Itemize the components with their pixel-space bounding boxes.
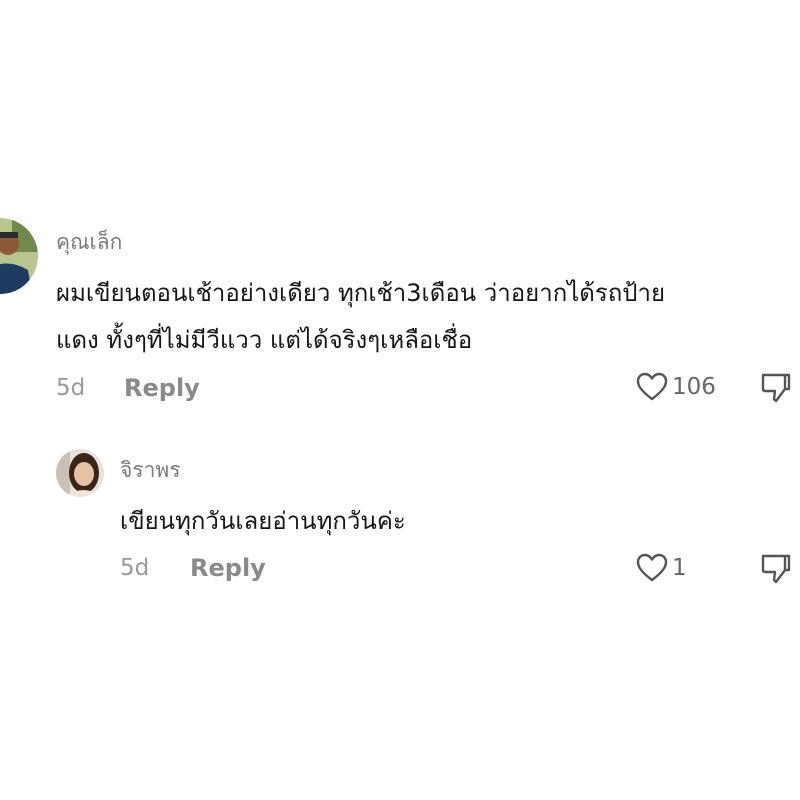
reply-avatar[interactable] (56, 449, 104, 497)
reply-like-button[interactable]: 1 (636, 553, 687, 583)
user-avatar-photo-icon (0, 218, 38, 294)
heart-outline-icon (636, 372, 668, 401)
reply-timestamp: 5d (120, 555, 150, 581)
reply-like-count: 1 (672, 555, 687, 581)
reply-username[interactable]: จิราพร (120, 454, 181, 487)
user-avatar-photo-icon (56, 449, 104, 497)
comment-text-line-1: ผมเขียนตอนเช้าอย่างเดียว ทุกเช้า3เดือน ว… (56, 279, 666, 307)
reply-text: เขียนทุกวันเลยอ่านทุกวันค่ะ (120, 507, 406, 535)
comment-username[interactable]: คุณเล็ก (56, 226, 122, 259)
reply-reply-button[interactable]: Reply (190, 554, 266, 582)
heart-outline-icon (636, 553, 668, 582)
comment-text-line-2: แดง ทั้งๆที่ไม่มีวีแวว แต่ได้จริงๆเหลือเ… (56, 326, 473, 354)
thumb-down-icon (761, 554, 791, 584)
comment-like-button[interactable]: 106 (636, 372, 716, 402)
comment-timestamp: 5d (56, 375, 86, 401)
comment-reply-button[interactable]: Reply (124, 374, 200, 402)
comment-dislike-button[interactable] (760, 372, 792, 404)
reply-dislike-button[interactable] (760, 553, 792, 585)
comment-like-count: 106 (672, 374, 716, 400)
thumb-down-icon (761, 373, 791, 403)
comment-avatar[interactable] (0, 218, 38, 294)
